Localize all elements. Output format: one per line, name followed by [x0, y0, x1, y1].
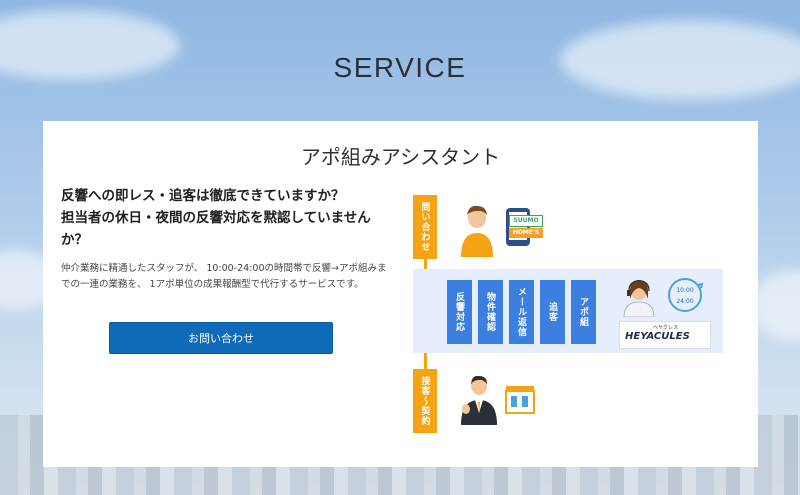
section-title: SERVICE [333, 52, 467, 83]
service-flow-diagram: 問い合わせ 接客〜契約 SUUMO HOME'S 反響対応 物件確認 メール返信… [413, 193, 733, 443]
label-service: 接客〜契約 [413, 369, 437, 433]
label-inquiry: 問い合わせ [413, 195, 437, 259]
hours-end: 24:00 [676, 298, 693, 305]
step-property-check: 物件確認 [478, 280, 503, 344]
sales-staff-icon [461, 375, 497, 425]
clock-cycle-icon: 10:00 24:00 [668, 278, 704, 312]
card-title: アポ組みアシスタント [300, 145, 501, 169]
building-icon [505, 386, 535, 414]
headline: 反響への即レス・追客は徹底できていますか？ 担当者の休日・夜間の反響対応を黙認し… [61, 185, 383, 251]
hours-start: 10:00 [676, 287, 693, 294]
service-description: 仲介業務に精通したスタッフが、 10:00-24:00の時間帯で反響→アポ組みま… [61, 263, 387, 290]
step-follow-up: 追客 [540, 280, 565, 344]
brand-logo: HEYACULES [625, 331, 690, 342]
step-response: 反響対応 [447, 280, 472, 344]
portal-homes: HOME'S [509, 228, 543, 238]
service-card: アポ組みアシスタント 反響への即レス・追客は徹底できていますか？ 担当者の休日・… [43, 121, 758, 467]
brand-kana: ヘヤクレス [653, 325, 679, 331]
step-email-reply: メール返信 [509, 280, 534, 344]
contact-button[interactable]: お問い合わせ [109, 322, 333, 354]
customer-icon [461, 205, 493, 257]
step-appointment: アポ組 [571, 280, 596, 344]
operator-icon [623, 280, 655, 317]
portal-suumo: SUUMO [509, 215, 543, 227]
smartphone-icon [506, 208, 530, 246]
page: { "section_title": "SERVICE", "card": { … [0, 0, 800, 495]
headline-line-2: 担当者の休日・夜間の反響対応を黙認していませんか？ [61, 210, 371, 248]
headline-line-1: 反響への即レス・追客は徹底できていますか？ [61, 188, 345, 204]
